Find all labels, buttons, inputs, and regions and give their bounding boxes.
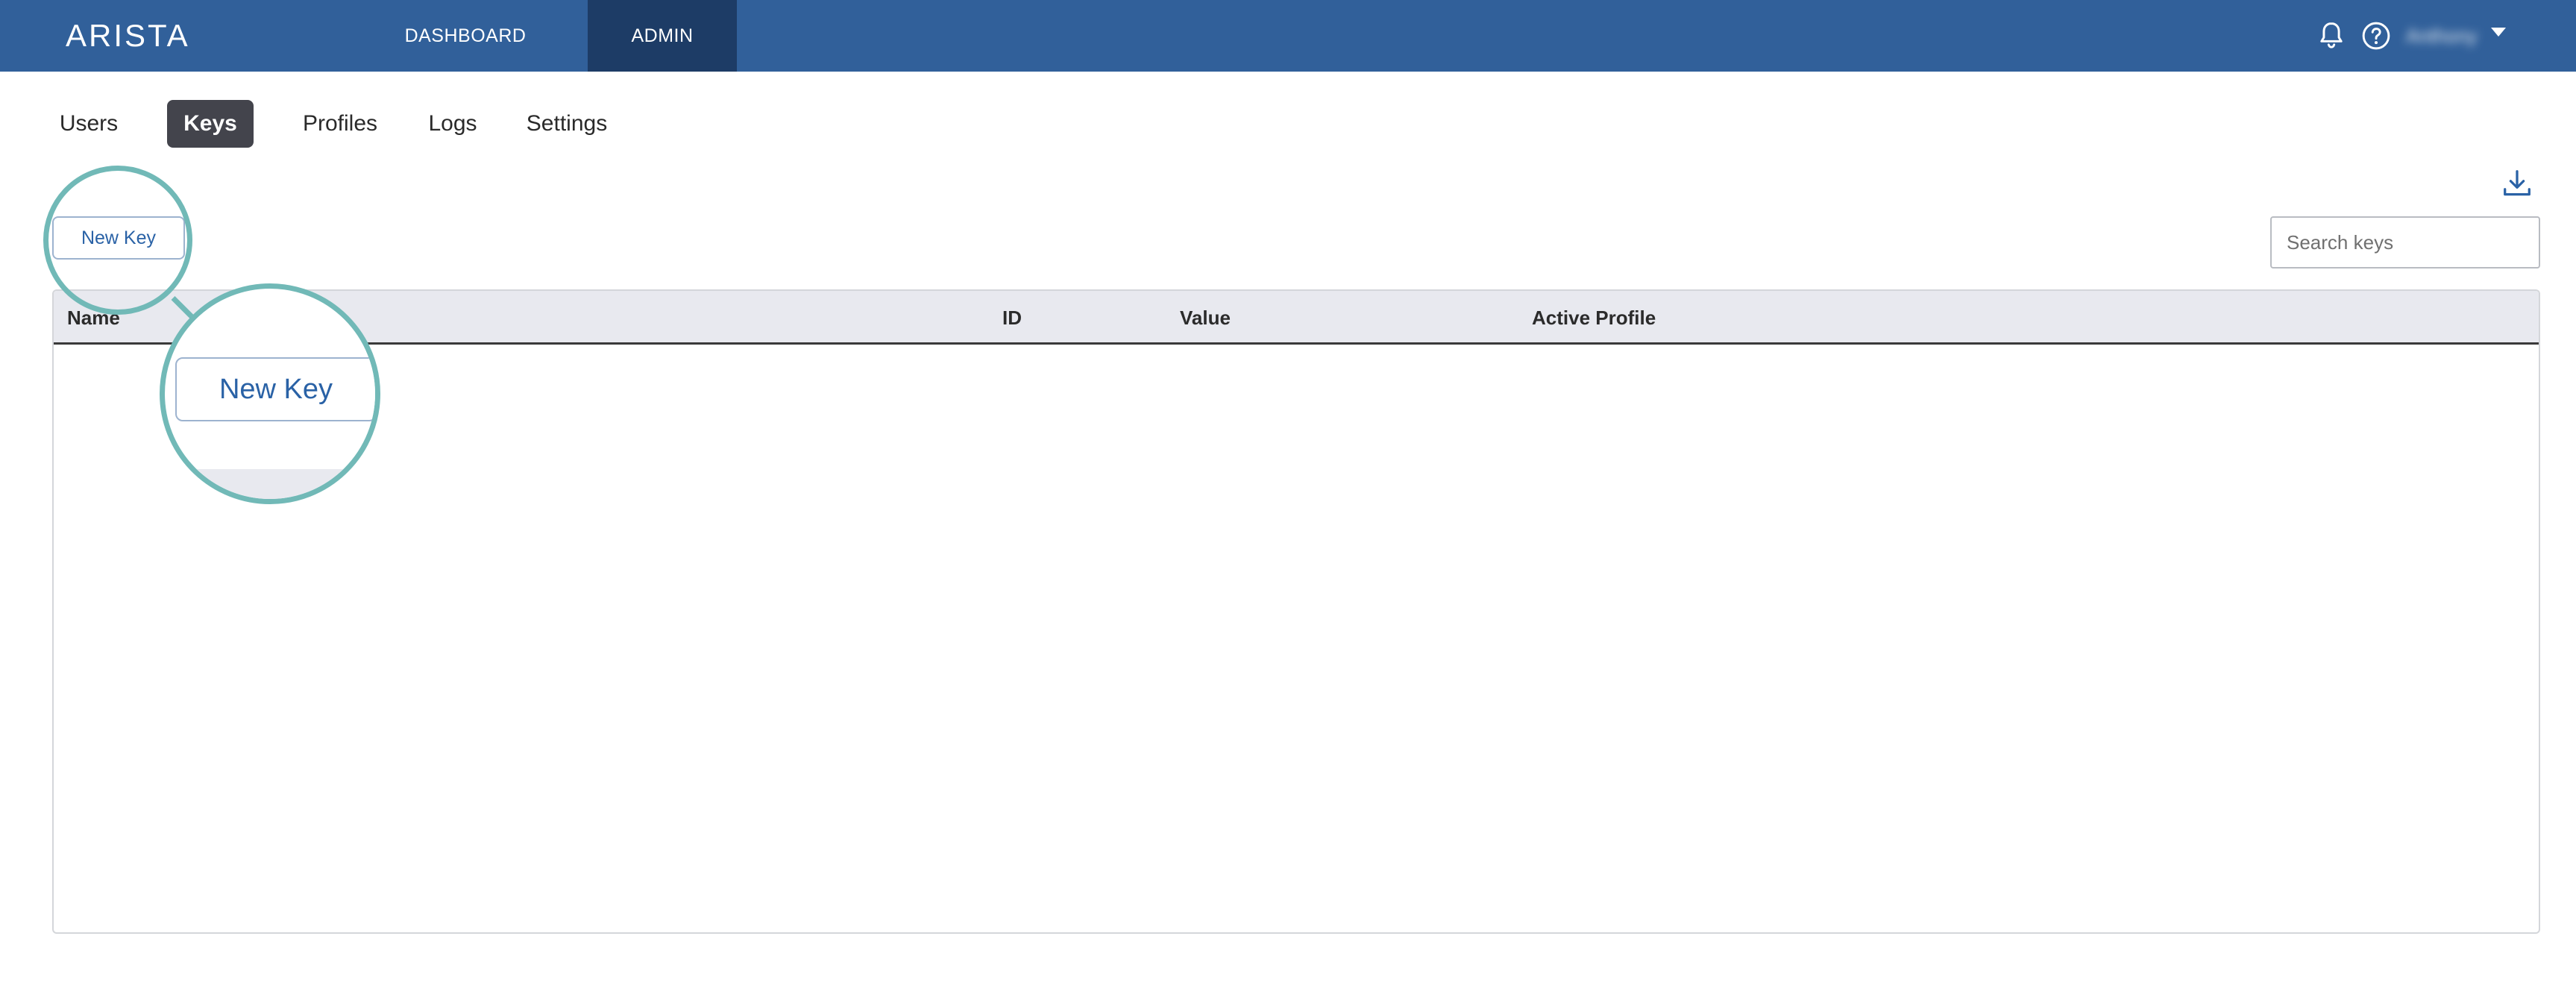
callout-magnifier: New Key [160, 283, 380, 504]
tab-settings[interactable]: Settings [519, 100, 615, 148]
nav-tab-admin[interactable]: ADMIN [588, 0, 737, 72]
tab-users[interactable]: Users [49, 100, 128, 148]
new-key-button[interactable]: New Key [52, 216, 185, 260]
table-header-row: Name ID Value Active Profile [54, 291, 2539, 345]
tab-logs[interactable]: Logs [421, 100, 485, 148]
tab-profiles[interactable]: Profiles [294, 100, 386, 148]
arista-logo[interactable]: ARISTA [66, 18, 190, 54]
column-header-value[interactable]: Value [1180, 291, 1231, 345]
tab-keys[interactable]: Keys [167, 100, 254, 148]
bell-icon[interactable] [2315, 19, 2348, 52]
callout-zoom-header-band [165, 469, 375, 499]
column-header-name[interactable]: Name [67, 291, 120, 345]
callout-zoom-new-key-button: New Key [175, 357, 375, 421]
column-header-id[interactable]: ID [1002, 291, 1022, 345]
search-keys-input[interactable] [2270, 216, 2540, 269]
help-icon[interactable] [2360, 19, 2393, 52]
top-navigation-bar: ARISTA DASHBOARD ADMIN Anthony [0, 0, 2576, 72]
column-header-active-profile[interactable]: Active Profile [1532, 291, 1656, 345]
nav-tab-dashboard[interactable]: DASHBOARD [391, 0, 540, 72]
keys-table: Name ID Value Active Profile [52, 289, 2540, 934]
user-menu-name[interactable]: Anthony [2406, 21, 2477, 51]
download-icon[interactable] [2500, 167, 2534, 201]
chevron-down-icon[interactable] [2491, 28, 2506, 37]
